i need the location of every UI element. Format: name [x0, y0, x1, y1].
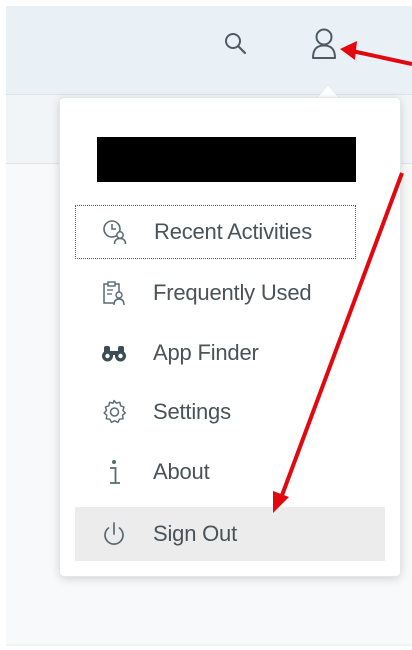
user-name-redacted [97, 137, 356, 182]
menu-item-label: About [153, 459, 210, 484]
menu-item-recent-activities[interactable]: Recent Activities [75, 205, 356, 259]
user-icon [312, 28, 336, 59]
frequently-used-icon [75, 279, 153, 307]
user-menu-button[interactable] [304, 24, 344, 64]
menu-item-label: Frequently Used [153, 280, 312, 305]
menu-item-about[interactable]: About [75, 445, 356, 499]
menu-item-settings[interactable]: Settings [75, 385, 356, 439]
menu-item-label: App Finder [153, 340, 259, 365]
info-icon [75, 457, 153, 487]
shell-header-bar [6, 6, 412, 95]
menu-item-frequently-used[interactable]: Frequently Used [75, 266, 356, 320]
menu-item-sign-out[interactable]: Sign Out [75, 507, 385, 561]
menu-item-label: Sign Out [153, 521, 238, 546]
menu-item-label: Settings [153, 399, 231, 424]
binoculars-icon [75, 341, 153, 365]
power-icon [75, 520, 153, 548]
search-icon [225, 33, 247, 55]
gear-icon [75, 398, 153, 426]
screenshot: Recent Activities Frequently Used App Fi… [0, 0, 412, 650]
menu-item-label: Recent Activities [154, 219, 313, 244]
menu-item-app-finder[interactable]: App Finder [75, 326, 356, 380]
search-button[interactable] [216, 24, 256, 64]
recent-activities-icon [76, 218, 154, 246]
